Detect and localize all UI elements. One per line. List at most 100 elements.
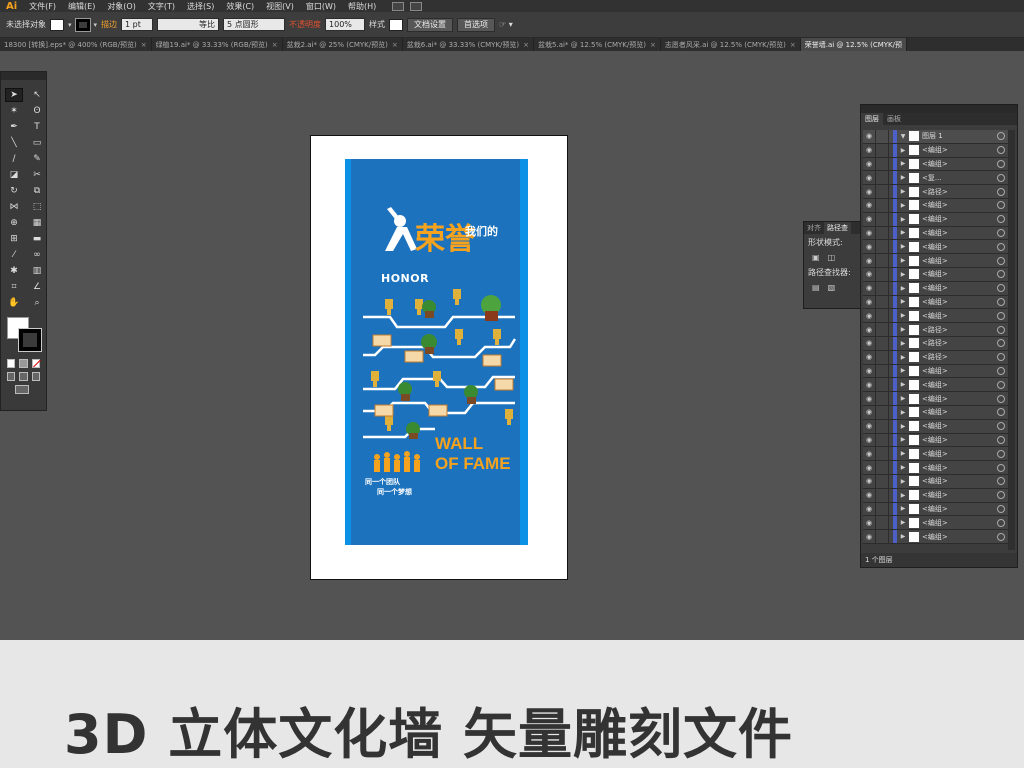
eye-icon[interactable]: ◉ [863, 188, 875, 196]
eye-icon[interactable]: ◉ [863, 450, 875, 458]
arrange-documents-icon[interactable] [410, 1, 423, 11]
layer-name[interactable]: <路径> [922, 187, 997, 197]
close-icon[interactable]: × [523, 41, 529, 49]
eye-icon[interactable]: ◉ [863, 436, 875, 444]
target-icon[interactable] [997, 311, 1005, 320]
opacity-field[interactable]: 100% [325, 18, 366, 31]
target-icon[interactable] [997, 394, 1005, 403]
eye-icon[interactable]: ◉ [863, 174, 875, 182]
close-icon[interactable]: × [272, 41, 278, 49]
document-tab[interactable]: 盆栽6.ai* @ 33.33% (CMYK/预览) × [403, 38, 535, 51]
stroke-swatch[interactable] [74, 17, 91, 32]
pen-tool-icon[interactable]: ✒ [5, 120, 23, 134]
menu-object[interactable]: 对象(O) [101, 1, 142, 12]
chevron-right-icon[interactable]: ▶ [897, 492, 909, 499]
target-icon[interactable] [997, 449, 1005, 458]
menu-view[interactable]: 视图(V) [260, 1, 300, 12]
trim-icon[interactable]: ▧ [828, 283, 836, 292]
menu-select[interactable]: 选择(S) [181, 1, 220, 12]
target-icon[interactable] [997, 325, 1005, 334]
line-tool-icon[interactable]: ╲ [5, 136, 23, 150]
lock-toggle[interactable] [875, 198, 889, 212]
slice-tool-icon[interactable]: ∠ [28, 280, 46, 294]
honor-wall-artwork[interactable]: 荣誉 我们的 HONOR WALL OF FAME 同一个团队 同一个梦想 [345, 159, 528, 545]
chevron-right-icon[interactable]: ▶ [897, 202, 909, 209]
target-icon[interactable] [997, 435, 1005, 444]
style-swatch[interactable] [389, 18, 404, 31]
lock-toggle[interactable] [875, 254, 889, 267]
menu-help[interactable]: 帮助(H) [342, 1, 382, 12]
eye-icon[interactable]: ◉ [863, 353, 875, 361]
layer-name[interactable]: <编组> [922, 200, 997, 210]
eye-icon[interactable]: ◉ [863, 146, 875, 154]
target-icon[interactable] [997, 477, 1005, 486]
chevron-down-icon[interactable]: ▼ [897, 133, 909, 140]
menu-effect[interactable]: 效果(C) [220, 1, 260, 12]
layer-row[interactable]: ◉ ▶ <编组> [863, 433, 1009, 448]
eye-icon[interactable]: ◉ [863, 312, 875, 320]
layer-row[interactable]: ◉ ▶ <复... [863, 171, 1009, 186]
chevron-right-icon[interactable]: ▶ [897, 436, 909, 443]
gradient-mode-icon[interactable] [19, 359, 28, 368]
eye-icon[interactable]: ◉ [863, 257, 875, 265]
chevron-right-icon[interactable]: ▶ [897, 216, 909, 223]
eye-icon[interactable]: ◉ [863, 477, 875, 485]
eye-icon[interactable]: ◉ [863, 422, 875, 430]
layer-name[interactable]: <编组> [922, 242, 997, 252]
width-tool-icon[interactable]: ⋈ [5, 200, 23, 214]
target-icon[interactable] [997, 228, 1005, 237]
lock-toggle[interactable] [875, 185, 889, 198]
layer-name[interactable]: <路径> [922, 352, 997, 362]
layer-row[interactable]: ◉ ▶ <编组> [863, 530, 1009, 544]
paintbrush-tool-icon[interactable]: ∕ [5, 152, 23, 166]
eye-icon[interactable]: ◉ [863, 270, 875, 278]
chevron-right-icon[interactable]: ▶ [897, 464, 909, 471]
eye-icon[interactable]: ◉ [863, 505, 875, 513]
eye-icon[interactable]: ◉ [863, 284, 875, 292]
artboard[interactable]: 荣誉 我们的 HONOR WALL OF FAME 同一个团队 同一个梦想 [310, 135, 568, 580]
target-icon[interactable] [997, 491, 1005, 500]
lock-toggle[interactable] [875, 474, 889, 488]
lock-toggle[interactable] [875, 281, 889, 295]
target-icon[interactable] [997, 380, 1005, 389]
layer-row[interactable]: ◉ ▶ <编组> [863, 419, 1009, 434]
lock-toggle[interactable] [875, 336, 889, 350]
type-tool-icon[interactable]: T [28, 120, 46, 134]
eye-icon[interactable]: ◉ [863, 229, 875, 237]
menu-window[interactable]: 窗口(W) [300, 1, 342, 12]
layer-row[interactable]: ◉ ▶ <编组> [863, 295, 1009, 310]
chevron-right-icon[interactable]: ▶ [897, 423, 909, 430]
layer-row[interactable]: ◉ ▶ <路径> [863, 323, 1009, 337]
lock-toggle[interactable] [875, 157, 889, 171]
line-style-dropdown[interactable]: 等比 [157, 18, 220, 31]
target-icon[interactable] [997, 353, 1005, 362]
layer-row[interactable]: ◉ ▶ <编组> [863, 392, 1009, 406]
chevron-right-icon[interactable]: ▶ [897, 188, 909, 195]
eye-icon[interactable]: ◉ [863, 395, 875, 403]
menu-edit[interactable]: 编辑(E) [62, 1, 101, 12]
chevron-right-icon[interactable]: ▶ [897, 505, 909, 512]
layer-name[interactable]: <编组> [922, 145, 997, 155]
eye-icon[interactable]: ◉ [863, 408, 875, 416]
lock-toggle[interactable] [875, 488, 889, 502]
eye-icon[interactable]: ◉ [863, 491, 875, 499]
chevron-right-icon[interactable]: ▶ [897, 229, 909, 236]
fill-swatch[interactable] [50, 18, 64, 31]
perspective-grid-tool-icon[interactable]: ▦ [28, 216, 46, 230]
target-icon[interactable] [997, 270, 1005, 279]
magic-wand-tool-icon[interactable]: ✶ [5, 104, 23, 118]
stroke-color-swatch[interactable] [18, 328, 42, 352]
chevron-right-icon[interactable]: ▶ [897, 285, 909, 292]
artboard-tool-icon[interactable]: ⌗ [5, 280, 23, 294]
lock-toggle[interactable] [875, 240, 889, 254]
layer-name[interactable]: <编组> [922, 297, 997, 307]
lock-toggle[interactable] [875, 530, 889, 543]
lock-toggle[interactable] [875, 350, 889, 364]
chevron-right-icon[interactable]: ▶ [897, 450, 909, 457]
chevron-right-icon[interactable]: ▶ [897, 395, 909, 402]
eraser-tool-icon[interactable]: ◪ [5, 168, 23, 182]
layer-row[interactable]: ◉ ▶ <路径> [863, 350, 1009, 365]
lasso-tool-icon[interactable]: ʘ [28, 104, 46, 118]
layer-name[interactable]: <编组> [922, 311, 997, 321]
tab-layers[interactable]: 图层 [861, 113, 883, 125]
